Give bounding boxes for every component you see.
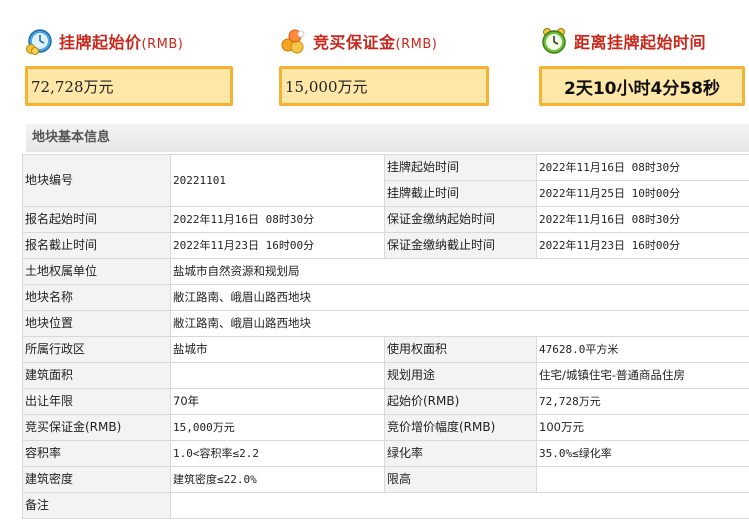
- remark-value: [170, 492, 749, 519]
- use-area-label: 使用权面积: [384, 336, 537, 363]
- deposit-end-value: 2022年11月23日 16时00分: [536, 232, 749, 259]
- parcel-name-value: 敝江路南、峨眉山路西地块: [170, 284, 749, 311]
- purpose-value: 住宅/城镇住宅-普通商品住房: [536, 362, 749, 389]
- use-area-value: 47628.0平方米: [536, 336, 749, 363]
- start-price-value: 72,728万元: [31, 77, 114, 96]
- coin-clock-icon: [26, 29, 52, 55]
- metric-countdown-title: 距离挂牌起始时间: [574, 33, 707, 52]
- deposit-start-label: 保证金缴纳起始时间: [384, 206, 537, 233]
- countdown-value: 2天10小时4分58秒: [564, 78, 720, 99]
- signup-start-value: 2022年11月16日 08时30分: [170, 206, 385, 233]
- density-value: 建筑密度≤22.0%: [170, 466, 385, 493]
- table-row: 地块编号 20221101 挂牌起始时间 2022年11月16日 08时30分: [22, 154, 749, 207]
- signup-end-value: 2022年11月23日 16时00分: [170, 232, 385, 259]
- metric-start-price-title: 挂牌起始价(RMB): [59, 33, 184, 52]
- green-label: 绿化率: [384, 440, 537, 467]
- far-label: 容积率: [22, 440, 171, 467]
- term-value: 70年: [170, 388, 385, 415]
- increment-value: 100万元: [536, 414, 749, 441]
- listing-start-value: 2022年11月16日 08时30分: [536, 154, 749, 181]
- table-row: 报名截止时间 2022年11月23日 16时00分 保证金缴纳截止时间 2022…: [22, 232, 749, 259]
- signup-end-label: 报名截止时间: [22, 232, 171, 259]
- listing-end-value: 2022年11月25日 10时00分: [536, 180, 749, 207]
- signup-start-label: 报名起始时间: [22, 206, 171, 233]
- height-value: [536, 466, 749, 493]
- location-label: 地块位置: [22, 310, 171, 337]
- owner-label: 土地权属单位: [22, 258, 171, 285]
- table-row: 所属行政区 盐城市 使用权面积 47628.0平方米: [22, 336, 749, 363]
- green-value: 35.0%≤绿化率: [536, 440, 749, 467]
- metric-start-price-header: 挂牌起始价(RMB): [25, 24, 183, 58]
- table-row: 建筑密度 建筑密度≤22.0% 限高: [22, 466, 749, 493]
- alarm-clock-icon: [542, 28, 566, 54]
- table-row: 容积率 1.0<容积率≤2.2 绿化率 35.0%≤绿化率: [22, 440, 749, 467]
- coins-icon: [281, 29, 305, 54]
- deposit-cell: 15,000万元: [170, 414, 385, 441]
- density-label: 建筑密度: [22, 466, 171, 493]
- deposit-value-box: 15,000万元: [279, 66, 489, 106]
- parcel-info-table: 地块编号 20221101 挂牌起始时间 2022年11月16日 08时30分 …: [22, 154, 749, 519]
- table-row: 备注: [22, 492, 749, 519]
- build-area-label: 建筑面积: [22, 362, 171, 389]
- table-row: 竞买保证金(RMB) 15,000万元 竞价增价幅度(RMB) 100万元: [22, 414, 749, 441]
- metric-countdown-header: 距离挂牌起始时间: [540, 24, 706, 58]
- district-value: 盐城市: [170, 336, 385, 363]
- table-row: 地块名称 敝江路南、峨眉山路西地块: [22, 284, 749, 311]
- table-row: 报名起始时间 2022年11月16日 08时30分 保证金缴纳起始时间 2022…: [22, 206, 749, 233]
- metric-deposit-header: 竞买保证金(RMB): [279, 24, 437, 58]
- parcel-no-label: 地块编号: [22, 154, 171, 207]
- height-label: 限高: [384, 466, 537, 493]
- term-label: 出让年限: [22, 388, 171, 415]
- table-row: 出让年限 70年 起始价(RMB) 72,728万元: [22, 388, 749, 415]
- deposit-value: 15,000万元: [285, 77, 368, 96]
- district-label: 所属行政区: [22, 336, 171, 363]
- listing-end-label: 挂牌截止时间: [384, 180, 537, 207]
- increment-label: 竞价增价幅度(RMB): [384, 414, 537, 441]
- summary-panel: 挂牌起始价(RMB) 72,728万元 竞买保证金(RMB) 15,000万元: [0, 0, 749, 122]
- remark-label: 备注: [22, 492, 171, 519]
- deposit-end-label: 保证金缴纳截止时间: [384, 232, 537, 259]
- parcel-no-value: 20221101: [170, 154, 385, 207]
- build-area-value: [170, 362, 385, 389]
- deposit-label: 竞买保证金(RMB): [22, 414, 171, 441]
- location-value: 敝江路南、峨眉山路西地块: [170, 310, 749, 337]
- far-value: 1.0<容积率≤2.2: [170, 440, 385, 467]
- table-row: 地块位置 敝江路南、峨眉山路西地块: [22, 310, 749, 337]
- purpose-label: 规划用途: [384, 362, 537, 389]
- table-row: 建筑面积 规划用途 住宅/城镇住宅-普通商品住房: [22, 362, 749, 389]
- metric-deposit-title: 竞买保证金(RMB): [313, 33, 438, 52]
- deposit-start-value: 2022年11月16日 08时30分: [536, 206, 749, 233]
- section-title: 地块基本信息: [26, 124, 749, 152]
- start-price-label: 起始价(RMB): [384, 388, 537, 415]
- table-row: 土地权属单位 盐城市自然资源和规划局: [22, 258, 749, 285]
- owner-value: 盐城市自然资源和规划局: [170, 258, 749, 285]
- countdown-value-box: 2天10小时4分58秒: [539, 66, 745, 106]
- listing-start-label: 挂牌起始时间: [384, 154, 537, 181]
- start-price-value-box: 72,728万元: [25, 66, 233, 106]
- parcel-name-label: 地块名称: [22, 284, 171, 311]
- start-price-cell: 72,728万元: [536, 388, 749, 415]
